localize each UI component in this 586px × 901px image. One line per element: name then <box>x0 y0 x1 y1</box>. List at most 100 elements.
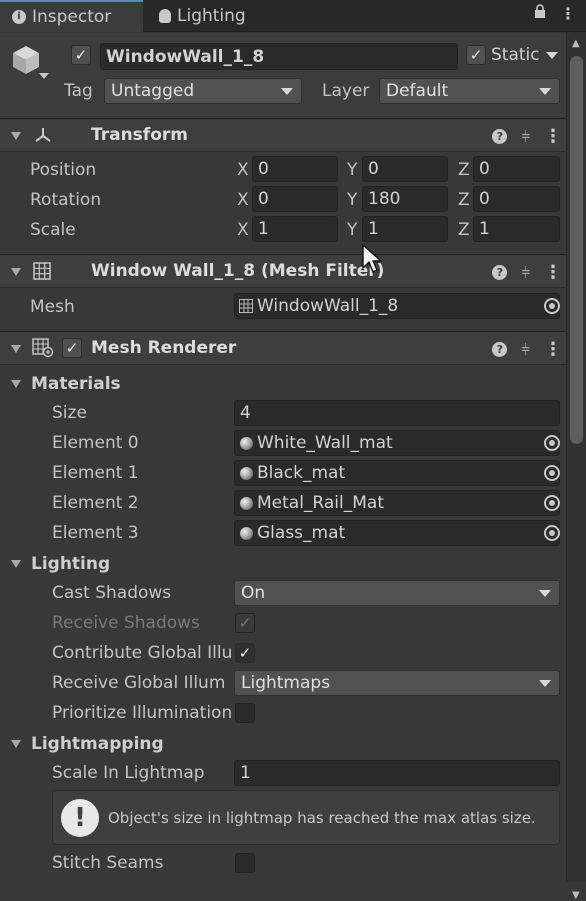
scrollbar-thumb[interactable] <box>570 56 583 444</box>
axis-z-label: Z <box>458 190 470 210</box>
receive-shadows-label: Receive Shadows <box>52 613 200 633</box>
layer-value: Default <box>386 81 449 101</box>
object-picker-icon[interactable] <box>544 298 560 314</box>
element-0-material-field[interactable]: White_Wall_mat <box>234 430 560 456</box>
static-checkbox[interactable]: ✓ <box>466 45 486 65</box>
scale-y-field[interactable]: 1 <box>362 216 448 242</box>
mesh-value: WindowWall_1_8 <box>257 296 399 316</box>
object-picker-icon[interactable] <box>544 465 560 481</box>
tag-dropdown[interactable]: Untagged <box>104 78 302 104</box>
help-icon[interactable]: ? <box>492 129 508 144</box>
kebab-menu-icon[interactable]: ⋮ <box>544 262 562 283</box>
help-icon[interactable]: ? <box>492 342 508 357</box>
element-3-label: Element 3 <box>52 523 139 543</box>
presets-icon[interactable]: ⫩ <box>521 128 530 146</box>
tab-bar: i Inspector Lighting ⋮ <box>0 0 586 32</box>
axis-x-label: X <box>237 220 249 240</box>
material-sphere-icon <box>240 496 253 510</box>
help-icon[interactable]: ? <box>492 265 508 280</box>
lightmap-info-box: ! Object's size in lightmap has reached … <box>52 790 560 845</box>
foldout-arrow-icon[interactable] <box>11 268 21 276</box>
kebab-menu-icon[interactable]: ⋮ <box>544 339 562 360</box>
exclamation-icon: ! <box>61 799 99 837</box>
receive-shadows-checkbox[interactable]: ✓ <box>235 613 255 633</box>
material-sphere-icon <box>240 526 253 540</box>
chevron-down-icon <box>545 51 558 59</box>
element-2-material-field[interactable]: Metal_Rail_Mat <box>234 490 560 516</box>
materials-foldout-icon[interactable] <box>11 380 21 388</box>
contribute-gi-checkbox[interactable]: ✓ <box>235 643 255 663</box>
scrollbar[interactable]: ▲ ▼ <box>566 32 586 901</box>
scroll-up-icon[interactable]: ▲ <box>572 38 580 49</box>
layer-dropdown[interactable]: Default <box>379 78 560 104</box>
mesh-filter-header[interactable]: Window Wall_1_8 (Mesh Filter) ? ⫩ ⋮ <box>0 254 566 288</box>
transform-header[interactable]: Transform ? ⫩ ⋮ <box>0 118 566 152</box>
chevron-down-icon <box>539 590 551 597</box>
mesh-renderer-header[interactable]: ✓ Mesh Renderer ? ⫩ ⋮ <box>0 331 566 365</box>
object-name-field[interactable]: WindowWall_1_8 <box>100 43 458 70</box>
tab-inspector-label: Inspector <box>32 7 112 27</box>
lighting-section-title[interactable]: Lighting <box>31 554 110 574</box>
cast-shadows-dropdown[interactable]: On <box>234 580 560 606</box>
prioritize-illumination-label: Prioritize Illumination <box>52 703 232 723</box>
rotation-x-field[interactable]: 0 <box>252 186 338 212</box>
object-picker-icon[interactable] <box>544 525 560 541</box>
position-z-field[interactable]: 0 <box>473 156 560 182</box>
object-picker-icon[interactable] <box>544 435 560 451</box>
element-1-value: Black_mat <box>257 463 346 483</box>
object-picker-icon[interactable] <box>544 495 560 511</box>
cube-icon <box>10 44 42 81</box>
static-dropdown[interactable]: Static <box>491 45 558 65</box>
element-2-label: Element 2 <box>52 493 139 513</box>
foldout-arrow-icon[interactable] <box>11 345 21 353</box>
mesh-label: Mesh <box>30 297 75 317</box>
stitch-seams-checkbox[interactable] <box>235 853 255 873</box>
element-3-material-field[interactable]: Glass_mat <box>234 520 560 546</box>
kebab-menu-icon[interactable]: ⋮ <box>560 4 576 23</box>
icon-dropdown-arrow-icon[interactable] <box>39 73 49 79</box>
mesh-renderer-title: Mesh Renderer <box>91 338 237 358</box>
scale-in-lightmap-field[interactable]: 1 <box>234 760 560 786</box>
presets-icon[interactable]: ⫩ <box>521 341 530 359</box>
mesh-renderer-enabled-checkbox[interactable]: ✓ <box>62 338 82 358</box>
lock-icon[interactable] <box>534 4 546 23</box>
scale-x-field[interactable]: 1 <box>252 216 338 242</box>
rotation-label: Rotation <box>30 190 102 210</box>
presets-icon[interactable]: ⫩ <box>521 264 530 282</box>
active-checkbox[interactable]: ✓ <box>71 45 91 65</box>
axis-z-label: Z <box>458 220 470 240</box>
axis-y-label: Y <box>347 160 358 180</box>
tab-lighting[interactable]: Lighting <box>147 0 297 32</box>
position-x-field[interactable]: 0 <box>252 156 338 182</box>
rotation-z-field[interactable]: 0 <box>473 186 560 212</box>
cast-shadows-value: On <box>241 583 266 603</box>
chevron-down-icon <box>281 88 293 95</box>
element-3-value: Glass_mat <box>257 523 346 543</box>
prioritize-illumination-checkbox[interactable] <box>235 703 255 723</box>
foldout-arrow-icon[interactable] <box>11 132 21 140</box>
element-1-material-field[interactable]: Black_mat <box>234 460 560 486</box>
tab-inspector[interactable]: i Inspector <box>0 0 143 32</box>
axis-x-label: X <box>237 160 249 180</box>
lighting-foldout-icon[interactable] <box>11 560 21 568</box>
position-y-field[interactable]: 0 <box>362 156 448 182</box>
receive-gi-dropdown[interactable]: Lightmaps <box>234 670 560 696</box>
materials-size-field[interactable]: 4 <box>234 400 560 426</box>
material-sphere-icon <box>240 436 253 450</box>
axis-z-label: Z <box>458 160 470 180</box>
element-0-value: White_Wall_mat <box>257 433 393 453</box>
lightmapping-foldout-icon[interactable] <box>11 740 21 748</box>
rotation-y-field[interactable]: 180 <box>362 186 448 212</box>
mesh-grid-icon <box>239 299 253 313</box>
lightmapping-section-title[interactable]: Lightmapping <box>31 734 164 754</box>
mesh-object-field[interactable]: WindowWall_1_8 <box>234 293 560 319</box>
kebab-menu-icon[interactable]: ⋮ <box>544 126 562 147</box>
scroll-down-icon[interactable]: ▼ <box>572 890 580 901</box>
chevron-down-icon <box>539 88 551 95</box>
materials-section-title[interactable]: Materials <box>31 374 121 394</box>
contribute-gi-label: Contribute Global Illu <box>52 643 232 663</box>
tag-label: Tag <box>64 81 93 101</box>
scale-z-field[interactable]: 1 <box>473 216 560 242</box>
receive-gi-value: Lightmaps <box>241 673 331 693</box>
material-sphere-icon <box>240 466 253 480</box>
